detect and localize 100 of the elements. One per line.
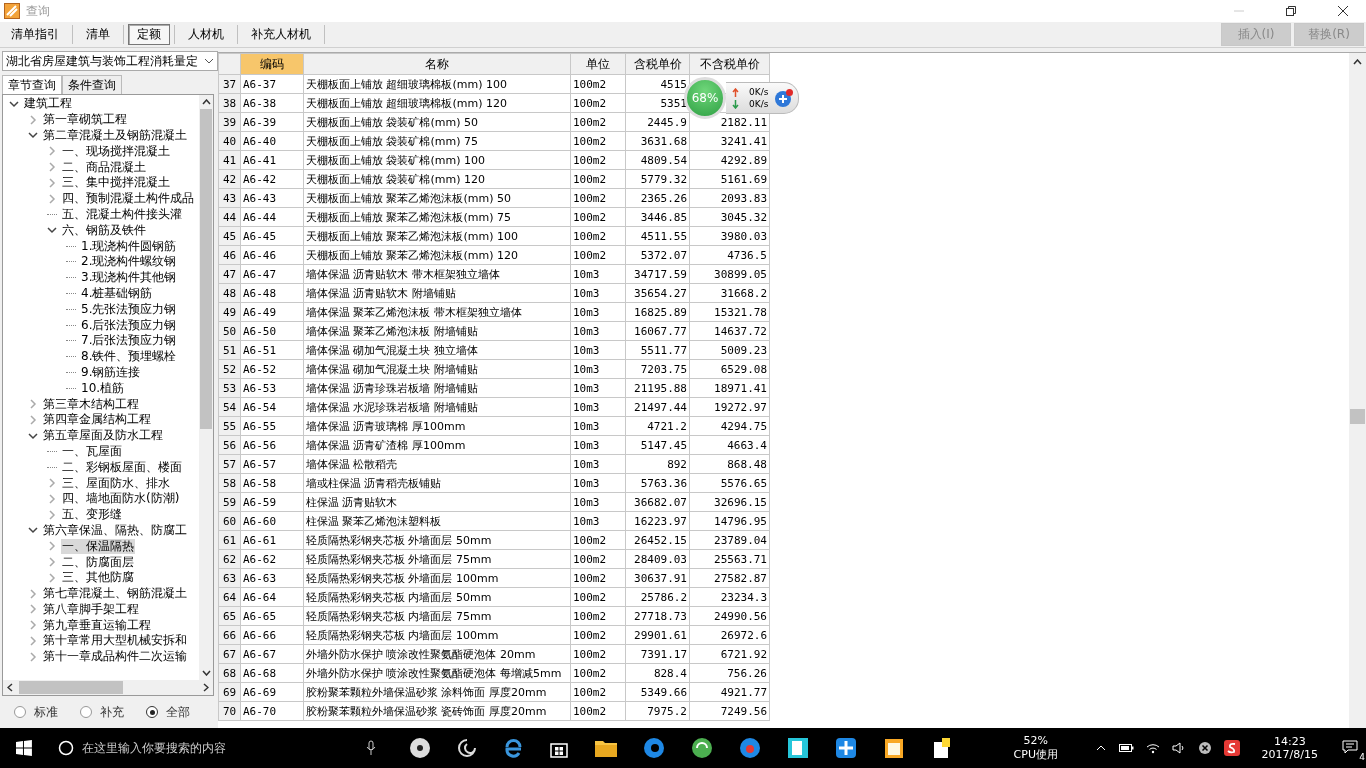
table-cell: 100m2 xyxy=(570,226,626,246)
tree-item[interactable]: 5.先张法预应力钢 xyxy=(80,301,178,317)
tree-item[interactable]: 8.铁件、预埋螺栓 xyxy=(80,349,178,365)
toolbar-tab[interactable]: 定额 xyxy=(128,24,170,45)
toolbar-tab[interactable]: 清单 xyxy=(77,24,119,45)
table-cell: 2365.26 xyxy=(625,188,690,208)
input-method-icon[interactable] xyxy=(1223,740,1240,756)
tree-item[interactable]: 第十一章成品构件二次运输 xyxy=(42,649,188,665)
column-header[interactable]: 含税单价 xyxy=(625,53,690,75)
tree-item[interactable]: 第四章金属结构工程 xyxy=(42,412,152,428)
search-field[interactable]: 在这里输入你要搜索的内容 xyxy=(79,740,360,756)
table-cell: A6-63 xyxy=(240,568,304,588)
table-cell: 31668.2 xyxy=(689,283,770,303)
tree-item[interactable]: 四、预制混凝土构件成品 xyxy=(61,191,195,207)
chevron-icon[interactable] xyxy=(28,130,38,141)
chevron-icon[interactable] xyxy=(28,430,38,441)
table-cell: 轻质隔热彩钢夹芯板 外墙面层 50mm xyxy=(303,530,571,550)
tree-item[interactable]: 三、其他防腐 xyxy=(61,570,135,586)
tree-item[interactable]: 第三章木结构工程 xyxy=(42,396,140,412)
tree-item[interactable]: 第九章垂直运输工程 xyxy=(42,617,152,633)
tree-item[interactable]: 9.钢筋连接 xyxy=(80,364,142,380)
tree-item[interactable]: 二、彩钢板屋面、楼面 xyxy=(61,459,183,475)
battery-icon[interactable] xyxy=(1117,743,1134,753)
tree-item[interactable]: 一、瓦屋面 xyxy=(61,443,123,459)
tree-item[interactable]: 三、屋面防水、排水 xyxy=(61,475,171,491)
table-cell: A6-69 xyxy=(240,682,304,702)
tree-item[interactable]: 6.后张法预应力钢 xyxy=(80,317,178,333)
table-cell: A6-64 xyxy=(240,587,304,607)
tree-item[interactable]: 六、钢筋及铁件 xyxy=(61,222,147,238)
scrollbar[interactable] xyxy=(199,95,213,680)
clock-date[interactable]: 2017/8/15 xyxy=(1261,748,1318,761)
tree-item[interactable]: 第七章混凝土、钢筋混凝土 xyxy=(42,586,188,602)
scroll-up-icon[interactable] xyxy=(201,99,211,105)
column-header[interactable]: 单位 xyxy=(570,53,626,75)
column-header[interactable]: 编码 xyxy=(240,53,304,75)
wifi-icon[interactable] xyxy=(1145,742,1160,754)
tree-item[interactable]: 第八章脚手架工程 xyxy=(42,601,140,617)
query-tab[interactable]: 章节查询 xyxy=(2,75,62,94)
tree-item[interactable]: 五、混凝土构件接头灌 xyxy=(61,206,183,222)
tree-item[interactable]: 二、防腐面层 xyxy=(61,554,135,570)
tree-item[interactable]: 第十章常用大型机械安拆和 xyxy=(42,633,188,649)
scrollbar[interactable] xyxy=(1349,53,1366,728)
radio-button[interactable] xyxy=(80,706,92,718)
toolbar-tab[interactable]: 清单指引 xyxy=(2,24,68,45)
radio-label[interactable]: 标准 xyxy=(34,703,58,721)
tree-item[interactable]: 第一章砌筑工程 xyxy=(42,112,128,128)
chevron-icon[interactable] xyxy=(47,225,57,236)
tree-item[interactable]: 第五章屋面及防水工程 xyxy=(42,428,164,444)
caret-up-icon[interactable] xyxy=(1095,745,1106,751)
column-header[interactable]: 不含税单价 xyxy=(689,53,770,75)
table-cell: 7975.2 xyxy=(625,701,690,721)
scroll-thumb[interactable] xyxy=(200,109,212,429)
tree-item[interactable]: 二、商品混凝土 xyxy=(61,159,147,175)
restore-icon[interactable] xyxy=(1285,5,1297,17)
tree-item[interactable]: 4.桩基础钢筋 xyxy=(80,285,154,301)
tree-item[interactable]: 1.现浇构件圆钢筋 xyxy=(80,238,178,254)
scroll-thumb[interactable] xyxy=(19,681,123,694)
horizontal-scrollbar[interactable] xyxy=(3,680,213,695)
tree-item[interactable]: 7.后张法预应力钢 xyxy=(80,333,178,349)
chevron-icon[interactable] xyxy=(9,98,19,109)
close-icon[interactable] xyxy=(1337,5,1349,17)
tree-item[interactable]: 三、集中搅拌混凝土 xyxy=(61,175,171,191)
toolbar-tab[interactable]: 补充人材机 xyxy=(242,24,320,45)
network-monitor-widget[interactable]: 0K/s 0K/s xyxy=(726,82,800,114)
column-header[interactable]: 名称 xyxy=(303,53,571,75)
query-tab[interactable]: 条件查询 xyxy=(62,75,122,94)
close-circle-icon[interactable] xyxy=(1197,741,1212,755)
tree-item[interactable]: 四、墙地面防水(防潮) xyxy=(61,491,181,507)
tree-item[interactable]: 建筑工程 xyxy=(23,96,73,112)
plus-icon[interactable] xyxy=(774,88,795,108)
radio-label[interactable]: 补充 xyxy=(100,703,124,721)
speaker-icon[interactable] xyxy=(1171,742,1186,754)
radio-button[interactable] xyxy=(14,706,26,718)
tree-item[interactable]: 第二章混凝土及钢筋混凝土 xyxy=(42,128,188,143)
scroll-down-icon[interactable] xyxy=(201,670,211,676)
scroll-right-icon[interactable] xyxy=(203,683,209,692)
tree-item[interactable]: 五、变形缝 xyxy=(61,507,123,523)
toolbar-tab[interactable]: 人材机 xyxy=(179,24,233,45)
tree-item[interactable]: 3.现浇构件其他钢 xyxy=(80,270,178,286)
radio-button[interactable] xyxy=(146,706,158,718)
clock-time[interactable]: 14:23 xyxy=(1273,735,1306,748)
tree-item[interactable]: 一、保温隔热 xyxy=(61,538,135,554)
table-cell: A6-68 xyxy=(240,663,304,683)
tree-item[interactable]: 2.现浇构件螺纹钢 xyxy=(80,254,178,270)
microphone-icon[interactable] xyxy=(365,740,376,756)
scroll-left-icon[interactable] xyxy=(7,683,13,692)
notification-button[interactable]: 4 xyxy=(1338,734,1366,762)
scroll-thumb[interactable] xyxy=(1350,409,1365,424)
scroll-up-icon[interactable] xyxy=(1353,59,1362,65)
chevron-icon[interactable] xyxy=(28,525,38,536)
library-dropdown[interactable]: 湖北省房屋建筑与装饰工程消耗量定 xyxy=(2,51,218,71)
tree-item[interactable]: 第六章保温、隔热、防腐工 xyxy=(42,522,188,538)
table-cell: 7203.75 xyxy=(625,359,690,379)
windows-start-icon[interactable] xyxy=(16,740,32,756)
radio-label[interactable]: 全部 xyxy=(166,703,190,721)
tree-item[interactable]: 一、现场搅拌混凝土 xyxy=(61,143,171,159)
search-icon xyxy=(57,740,74,756)
table-cell: 100m2 xyxy=(570,549,626,569)
table-cell: 5009.23 xyxy=(689,340,770,360)
tree-item[interactable]: 10.植筋 xyxy=(80,380,126,396)
